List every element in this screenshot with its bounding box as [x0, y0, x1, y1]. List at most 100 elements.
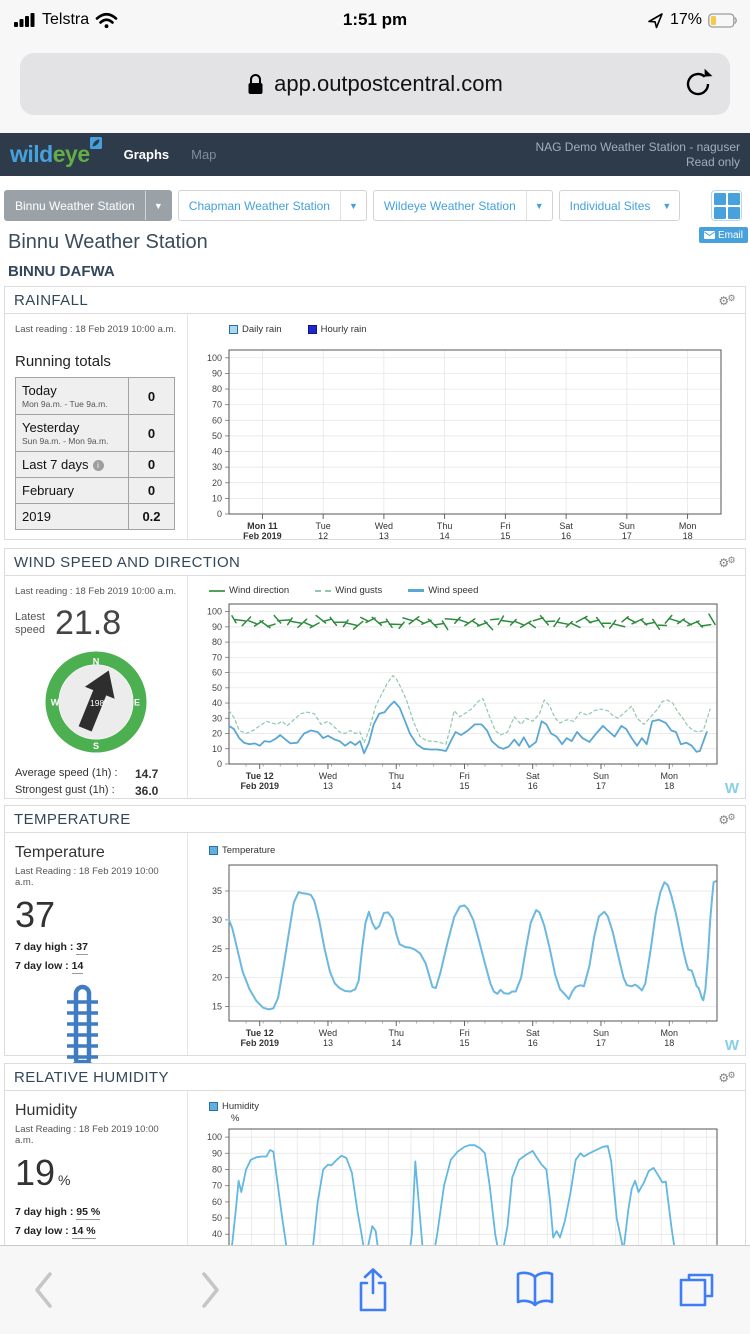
- browser-toolbar: [0, 1245, 750, 1334]
- reload-icon[interactable]: [682, 67, 714, 101]
- svg-text:90: 90: [212, 1148, 222, 1158]
- layout-grid-button[interactable]: [711, 190, 742, 221]
- svg-text:25: 25: [212, 944, 222, 954]
- wind-chart[interactable]: 0102030405060708090100Tue 12Feb 2019Wed1…: [189, 600, 747, 796]
- legend-item: Temperature: [209, 845, 275, 856]
- temperature-chart[interactable]: 1520253035Tue 12Feb 2019Wed13Thu14Fri15S…: [189, 861, 747, 1053]
- wind-panel-header: WIND SPEED AND DIRECTION ⚙⚙: [5, 549, 745, 576]
- rainfall-table: TodayMon 9a.m. - Tue 9a.m.0YesterdaySun …: [15, 377, 175, 530]
- svg-text:Sun: Sun: [619, 521, 635, 531]
- wind-chart-area: Wind directionWind gustsWind speed 01020…: [189, 576, 745, 798]
- svg-text:Fri: Fri: [459, 1028, 470, 1038]
- temperature-summary-column: Temperature Last Reading : 18 Feb 2019 1…: [5, 833, 188, 1055]
- svg-text:80: 80: [212, 637, 222, 647]
- station-button-3[interactable]: Individual Sites▼: [559, 190, 681, 221]
- svg-text:70: 70: [212, 652, 222, 662]
- tabs-icon[interactable]: [676, 1270, 716, 1310]
- svg-text:80: 80: [212, 384, 222, 394]
- compass-degrees: 198°: [90, 698, 108, 708]
- bookmarks-icon[interactable]: [514, 1270, 556, 1310]
- latest-speed-value: 21.8: [55, 605, 121, 641]
- svg-text:13: 13: [323, 781, 333, 791]
- url-field[interactable]: app.outpostcentral.com: [20, 53, 730, 115]
- panel-settings-icon[interactable]: ⚙⚙: [718, 1071, 736, 1084]
- svg-text:50: 50: [212, 431, 222, 441]
- app-navbar: wildeye Graphs Map NAG Demo Weather Stat…: [0, 133, 750, 176]
- svg-text:Wed: Wed: [319, 1028, 337, 1038]
- battery-icon: [708, 13, 738, 28]
- svg-text:18: 18: [664, 1038, 674, 1048]
- svg-text:90: 90: [212, 368, 222, 378]
- svg-text:50: 50: [212, 683, 222, 693]
- chevron-down-icon[interactable]: ▼: [146, 201, 171, 211]
- svg-text:15: 15: [459, 1038, 469, 1048]
- station-selector-row: Binnu Weather Station▼Chapman Weather St…: [4, 190, 680, 221]
- compass-e: E: [134, 698, 140, 708]
- wildeye-logo[interactable]: wildeye: [10, 133, 90, 176]
- svg-text:Mon 11: Mon 11: [247, 521, 278, 531]
- wind-compass: 198° N E S W: [45, 651, 147, 753]
- gust-label: Strongest gust (1h) :: [15, 784, 135, 798]
- share-icon[interactable]: [354, 1266, 392, 1314]
- temperature-low: 7 day low : 14: [15, 960, 177, 972]
- rainfall-legend: Daily rainHourly rain: [229, 324, 367, 335]
- station-button-label: Wildeye Weather Station: [374, 199, 526, 213]
- legend-item: Wind speed: [408, 585, 478, 596]
- station-button-1[interactable]: Chapman Weather Station▼: [178, 190, 367, 221]
- svg-text:30: 30: [212, 462, 222, 472]
- temperature-last-reading: Last Reading : 18 Feb 2019 10:00 a.m.: [15, 866, 177, 888]
- table-row: February0: [16, 478, 175, 504]
- compass-s: S: [93, 741, 99, 751]
- url-text: app.outpostcentral.com: [274, 71, 503, 97]
- temperature-subtitle: Temperature: [15, 844, 177, 862]
- wind-panel: WIND SPEED AND DIRECTION ⚙⚙ Last reading…: [4, 548, 746, 799]
- temperature-high: 7 day high : 37: [15, 941, 177, 953]
- temperature-chart-area: Temperature 1520253035Tue 12Feb 2019Wed1…: [189, 833, 745, 1055]
- nav-item-graphs[interactable]: Graphs: [124, 147, 170, 162]
- svg-text:Tue: Tue: [316, 521, 331, 531]
- grid-icon: [714, 193, 726, 205]
- svg-text:60: 60: [212, 1197, 222, 1207]
- email-button[interactable]: Email: [699, 227, 748, 243]
- svg-text:Wed: Wed: [319, 771, 337, 781]
- lock-icon: [247, 73, 264, 96]
- svg-text:70: 70: [212, 400, 222, 410]
- svg-text:13: 13: [323, 1038, 333, 1048]
- svg-text:15: 15: [459, 781, 469, 791]
- forward-icon[interactable]: [198, 1270, 222, 1310]
- latest-speed-label: Latest speed: [15, 605, 45, 641]
- table-row: 20190.2: [16, 504, 175, 530]
- status-bar: Telstra 1:51 pm 17%: [0, 0, 750, 40]
- svg-text:Feb 2019: Feb 2019: [240, 1038, 279, 1048]
- svg-text:Thu: Thu: [437, 521, 453, 531]
- svg-text:Sun: Sun: [593, 1028, 609, 1038]
- chevron-down-icon[interactable]: ▼: [527, 201, 552, 211]
- svg-text:40: 40: [212, 447, 222, 457]
- humidity-panel-header: RELATIVE HUMIDITY ⚙⚙: [5, 1064, 745, 1091]
- svg-text:0: 0: [217, 509, 222, 519]
- svg-text:14: 14: [391, 1038, 401, 1048]
- back-icon[interactable]: [32, 1270, 56, 1310]
- wind-legend: Wind directionWind gustsWind speed: [209, 585, 478, 596]
- rainfall-panel: RAINFALL ⚙⚙ Last reading : 18 Feb 2019 1…: [4, 286, 746, 540]
- svg-text:15: 15: [212, 1002, 222, 1012]
- temperature-panel: TEMPERATURE ⚙⚙ Temperature Last Reading …: [4, 805, 746, 1056]
- panel-settings-icon[interactable]: ⚙⚙: [718, 813, 736, 826]
- chevron-down-icon[interactable]: ▼: [341, 201, 366, 211]
- session-context: NAG Demo Weather Station - naguser Read …: [535, 140, 740, 170]
- chevron-down-icon[interactable]: ▼: [660, 201, 679, 211]
- svg-text:18: 18: [664, 781, 674, 791]
- svg-text:Fri: Fri: [500, 521, 511, 531]
- info-icon[interactable]: i: [93, 460, 104, 471]
- nav-item-map[interactable]: Map: [191, 147, 216, 162]
- svg-text:100: 100: [207, 607, 222, 617]
- compass-w: W: [51, 698, 60, 708]
- panel-settings-icon[interactable]: ⚙⚙: [718, 294, 736, 307]
- rainfall-chart[interactable]: 0102030405060708090100Mon 11Feb 2019Tue1…: [189, 338, 747, 540]
- panel-settings-icon[interactable]: ⚙⚙: [718, 556, 736, 569]
- svg-text:16: 16: [528, 781, 538, 791]
- wind-summary-column: Last reading : 18 Feb 2019 10:00 a.m. La…: [5, 576, 188, 798]
- station-button-2[interactable]: Wildeye Weather Station▼: [373, 190, 553, 221]
- station-button-0[interactable]: Binnu Weather Station▼: [4, 190, 172, 221]
- temperature-panel-header: TEMPERATURE ⚙⚙: [5, 806, 745, 833]
